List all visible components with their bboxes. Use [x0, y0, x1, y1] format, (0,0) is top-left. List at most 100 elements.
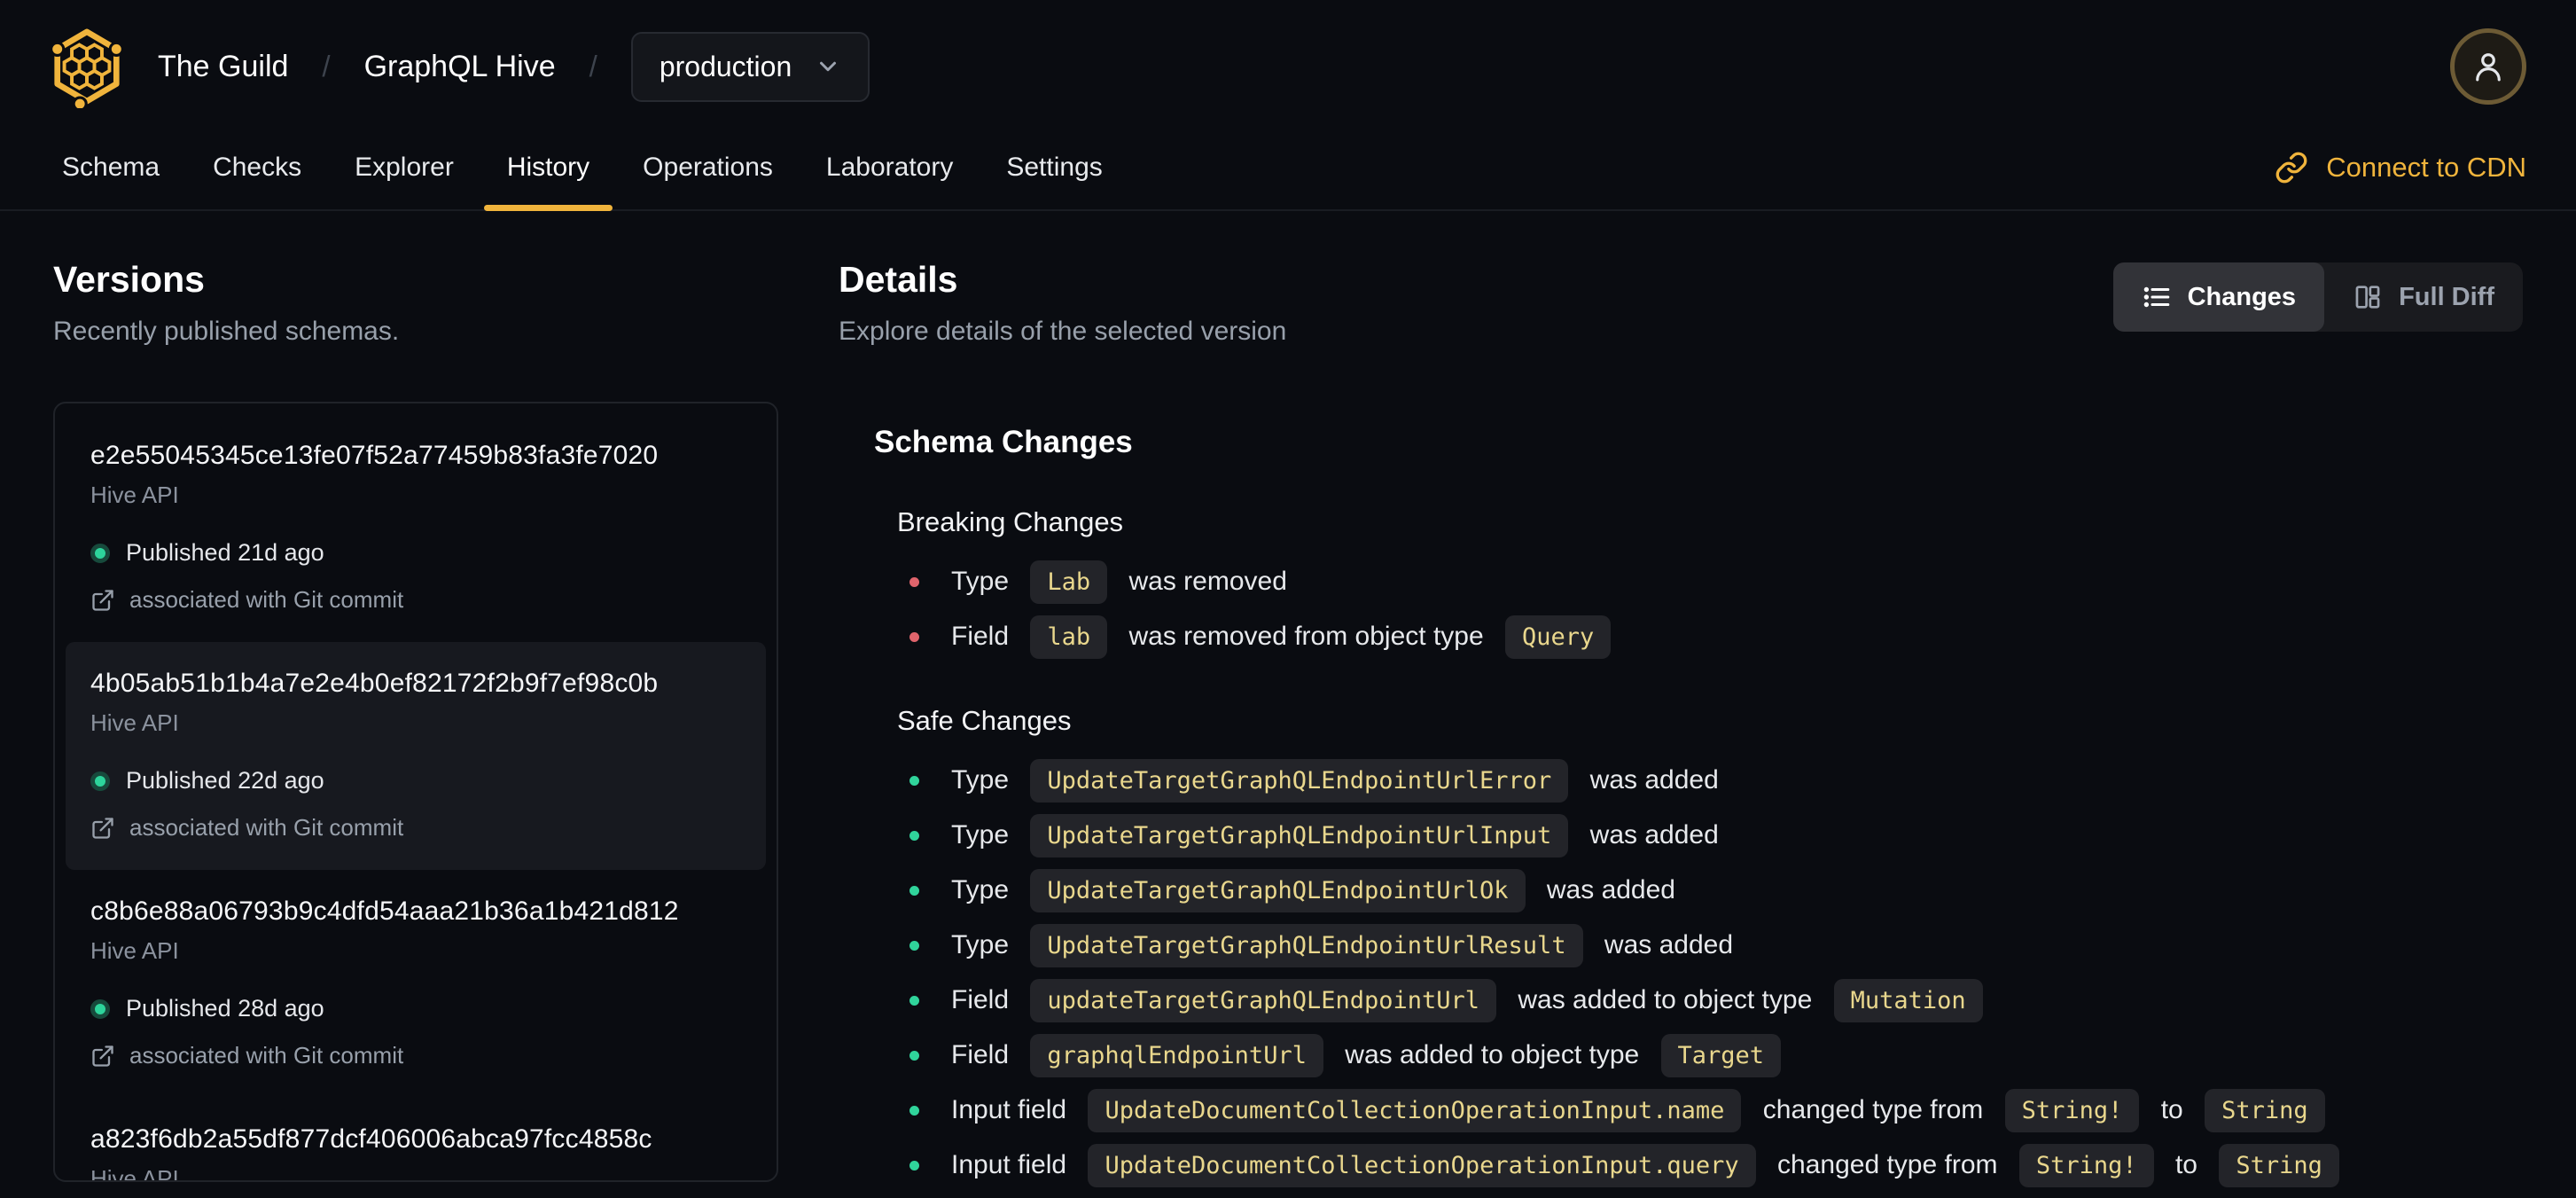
change-item: Field lab was removed from object type Q… [909, 615, 2523, 659]
code-badge: Mutation [1833, 978, 1983, 1022]
bullet-icon [909, 631, 919, 642]
tab-history[interactable]: History [480, 126, 616, 211]
version-list: e2e55045345ce13fe07f52a77459b83fa3fe7020… [53, 402, 778, 1182]
git-commit-label: associated with Git commit [129, 814, 404, 841]
change-text: was added [1539, 875, 1675, 904]
change-text: to [2167, 1150, 2205, 1179]
hive-logo-icon[interactable] [44, 24, 129, 109]
git-commit-label: associated with Git commit [129, 586, 404, 613]
code-badge: Target [1660, 1033, 1782, 1077]
code-badge: Query [1504, 615, 1612, 659]
version-hash: c8b6e88a06793b9c4dfd54aaa21b36a1b421d812 [90, 897, 679, 926]
tab-explorer[interactable]: Explorer [328, 126, 480, 209]
tab-schema[interactable]: Schema [35, 126, 186, 209]
change-text: was added [1596, 930, 1734, 959]
breadcrumb: The Guild / GraphQL Hive / production [158, 31, 870, 102]
change-section-title: Safe Changes [897, 705, 1072, 736]
changes-toggle-label: Changes [2187, 282, 2297, 311]
top-header: The Guild / GraphQL Hive / production [0, 0, 2576, 126]
git-commit-link[interactable]: associated with Git commit [90, 814, 741, 842]
view-toggle-group: Changes Full Diff [2112, 262, 2523, 332]
change-section-title: Breaking Changes [897, 506, 1124, 537]
change-text: Field [951, 1040, 1017, 1069]
full-diff-toggle-button[interactable]: Full Diff [2324, 262, 2523, 332]
published-label: Published 21d ago [126, 539, 324, 566]
bullet-icon [909, 940, 919, 951]
version-service: Hive API [90, 482, 179, 508]
published-label: Published 28d ago [126, 995, 324, 1022]
versions-panel: Versions Recently published schemas. e2e… [53, 259, 778, 1198]
change-item: Input field UpdateDocumentCollectionOper… [909, 1088, 2523, 1132]
change-text: Type [951, 930, 1017, 959]
tab-laboratory[interactable]: Laboratory [800, 126, 980, 209]
change-section-safe: Safe Changes Type UpdateTargetGraphQLEndp… [897, 705, 2523, 1187]
version-status: Published 28d ago [90, 995, 741, 1022]
schema-changes-sections: Breaking Changes Type Lab was removed Fiel… [874, 506, 2523, 1187]
change-item: Type UpdateTargetGraphQLEndpointUrlError… [909, 758, 2523, 803]
version-item-selected[interactable]: 4b05ab51b1b4a7e2e4b0ef82172f2b9f7ef98c0b… [66, 642, 766, 870]
change-text: was added to object type [1510, 985, 1820, 1014]
version-service: Hive API [90, 937, 179, 964]
change-text: Input field [951, 1095, 1074, 1124]
tab-operations[interactable]: Operations [616, 126, 800, 209]
published-dot-icon [90, 998, 110, 1019]
git-commit-link[interactable]: associated with Git commit [90, 586, 741, 614]
breadcrumb-separator: / [322, 50, 331, 82]
code-badge: UpdateTargetGraphQLEndpointUrlInput [1030, 813, 1569, 857]
change-text: Field [951, 622, 1017, 651]
change-text: changed type from [1769, 1150, 2005, 1179]
bullet-icon [909, 775, 919, 786]
version-service: Hive API [90, 709, 179, 736]
code-badge: String! [2018, 1143, 2154, 1187]
person-icon [2476, 53, 2501, 82]
version-status: Published 21d ago [90, 539, 741, 567]
schema-changes-title: Schema Changes [874, 425, 1133, 459]
diff-columns-icon [2355, 286, 2380, 309]
versions-title: Versions [53, 259, 205, 300]
chevron-down-icon [815, 53, 841, 80]
change-text: Type [951, 875, 1017, 904]
change-item: Type UpdateTargetGraphQLEndpointUrlResul… [909, 923, 2523, 967]
version-item[interactable]: e2e55045345ce13fe07f52a77459b83fa3fe7020… [66, 414, 766, 642]
connect-to-cdn-link[interactable]: Connect to CDN [2275, 126, 2553, 209]
git-commit-link[interactable]: associated with Git commit [90, 1042, 741, 1069]
change-section-breaking: Breaking Changes Type Lab was removed Fiel… [897, 506, 2523, 659]
code-badge: String! [2004, 1088, 2140, 1132]
nav-tabbar: Schema Checks Explorer History Operation… [0, 126, 2576, 211]
target-selector[interactable]: production [630, 31, 870, 102]
target-selector-value: production [659, 50, 792, 82]
code-badge: graphqlEndpointUrl [1030, 1033, 1323, 1077]
user-avatar[interactable] [2450, 28, 2526, 105]
code-badge: Lab [1030, 560, 1108, 604]
change-item: Field graphqlEndpointUrl was added to ob… [909, 1033, 2523, 1077]
list-icon [2143, 286, 2169, 308]
change-text: Type [951, 765, 1017, 795]
bullet-icon [909, 995, 919, 1006]
tab-settings[interactable]: Settings [980, 126, 1128, 209]
bullet-icon [909, 885, 919, 896]
breadcrumb-org[interactable]: The Guild [158, 50, 288, 84]
breadcrumb-project[interactable]: GraphQL Hive [364, 50, 556, 84]
code-badge: updateTargetGraphQLEndpointUrl [1030, 978, 1497, 1022]
version-service: Hive API [90, 1165, 179, 1182]
change-item: Input field UpdateDocumentCollectionOper… [909, 1143, 2523, 1187]
version-item[interactable]: c8b6e88a06793b9c4dfd54aaa21b36a1b421d812… [66, 870, 766, 1098]
version-hash: a823f6db2a55df877dcf406006abca97fcc4858c [90, 1124, 652, 1154]
code-badge: UpdateTargetGraphQLEndpointUrlOk [1030, 868, 1526, 912]
change-item: Field updateTargetGraphQLEndpointUrl was… [909, 978, 2523, 1022]
change-text: was added [1582, 820, 1719, 850]
published-dot-icon [90, 543, 110, 563]
changes-toggle-button[interactable]: Changes [2112, 262, 2325, 332]
change-text: Field [951, 985, 1017, 1014]
version-item[interactable]: a823f6db2a55df877dcf406006abca97fcc4858c… [66, 1098, 766, 1182]
change-text: Type [951, 567, 1017, 596]
tab-checks[interactable]: Checks [186, 126, 328, 209]
schema-changes: Schema Changes Breaking Changes Type Lab … [839, 425, 2523, 1187]
bullet-icon [909, 576, 919, 587]
change-item: Type Lab was removed [909, 560, 2523, 604]
code-badge: UpdateTargetGraphQLEndpointUrlResult [1030, 923, 1583, 967]
version-hash: 4b05ab51b1b4a7e2e4b0ef82172f2b9f7ef98c0b [90, 669, 659, 698]
change-text: Input field [951, 1150, 1074, 1179]
change-text: changed type from [1755, 1095, 1991, 1124]
version-hash: e2e55045345ce13fe07f52a77459b83fa3fe7020 [90, 441, 659, 470]
